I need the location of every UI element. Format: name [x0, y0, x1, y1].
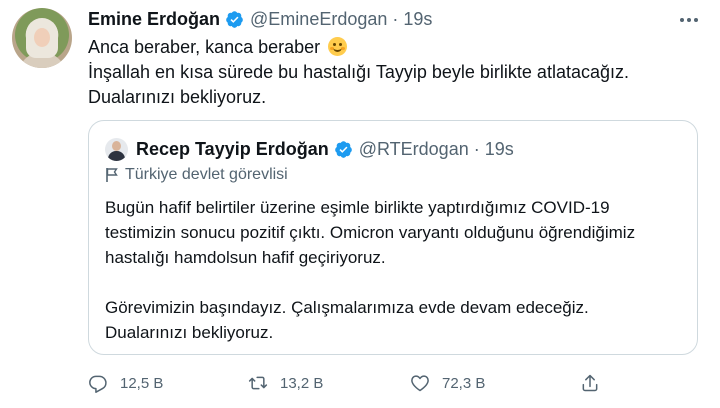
smiling-face-emoji — [328, 37, 348, 56]
quoted-text: Bugün hafif belirtiler üzerine eşimle bi… — [105, 195, 685, 345]
retweet-button[interactable]: 13,2 B — [248, 370, 323, 396]
quoted-line-2: testimizin sonucu pozitif çıktı. Omicron… — [105, 223, 636, 242]
quoted-author-handle[interactable]: @RTErdogan — [359, 139, 469, 160]
author-handle[interactable]: @EmineErdogan — [250, 9, 387, 30]
reply-icon — [89, 375, 107, 393]
like-count: 72,3 B — [442, 374, 486, 392]
quoted-line-5: Dualarınızı bekliyoruz. — [105, 323, 274, 342]
separator-dot: · — [473, 138, 480, 159]
tweet-line-3: Dualarınızı bekliyoruz. — [88, 87, 267, 107]
tweet-text: Anca beraber, kanca beraber İnşallah en … — [88, 35, 708, 110]
like-button[interactable]: 72,3 B — [410, 370, 485, 396]
tweet-time[interactable]: 19s — [403, 9, 432, 30]
tweet-line-1: Anca beraber, kanca beraber — [88, 37, 321, 57]
reply-button[interactable]: 12,5 B — [88, 370, 163, 396]
verified-badge-icon — [226, 10, 243, 28]
retweet-count: 13,2 B — [280, 374, 324, 392]
tweet-line-2: İnşallah en kısa sürede bu hastalığı Tay… — [88, 62, 629, 82]
tweet[interactable]: Emine Erdoğan @EmineErdogan · 19s Anca b… — [0, 0, 720, 408]
quoted-line-4: Görevimizin başındayız. Çalışmalarımıza … — [105, 298, 589, 317]
quoted-line-3: hastalığı hamdolsun hafif geçiriyoruz. — [105, 248, 386, 267]
government-label-text: Türkiye devlet görevlisi — [125, 166, 288, 183]
quoted-author-name[interactable]: Recep Tayyip Erdoğan — [136, 139, 329, 160]
quoted-tweet[interactable]: Recep Tayyip Erdoğan @RTErdogan · 19s Tü… — [88, 120, 698, 355]
more-icon[interactable] — [676, 10, 702, 30]
action-bar: 12,5 B 13,2 B 72,3 B — [88, 370, 608, 396]
tweet-header: Emine Erdoğan @EmineErdogan · 19s — [88, 8, 432, 30]
author-name[interactable]: Emine Erdoğan — [88, 9, 220, 30]
government-label: Türkiye devlet görevlisi — [105, 166, 288, 184]
avatar[interactable] — [12, 8, 72, 68]
heart-icon — [411, 375, 429, 392]
quoted-header: Recep Tayyip Erdoğan @RTErdogan · 19s — [105, 137, 514, 161]
share-button[interactable] — [580, 370, 612, 396]
tweet-line: Anca beraber, kanca beraber — [88, 35, 708, 60]
avatar-face — [34, 28, 50, 47]
retweet-icon — [248, 376, 268, 390]
share-icon — [582, 374, 598, 392]
separator-dot: · — [392, 8, 399, 29]
quoted-time[interactable]: 19s — [485, 139, 514, 160]
quoted-avatar[interactable] — [105, 137, 128, 161]
quoted-line-1: Bugün hafif belirtiler üzerine eşimle bi… — [105, 198, 610, 217]
reply-count: 12,5 B — [120, 374, 164, 392]
verified-badge-icon — [334, 140, 352, 158]
flag-icon — [106, 168, 118, 182]
